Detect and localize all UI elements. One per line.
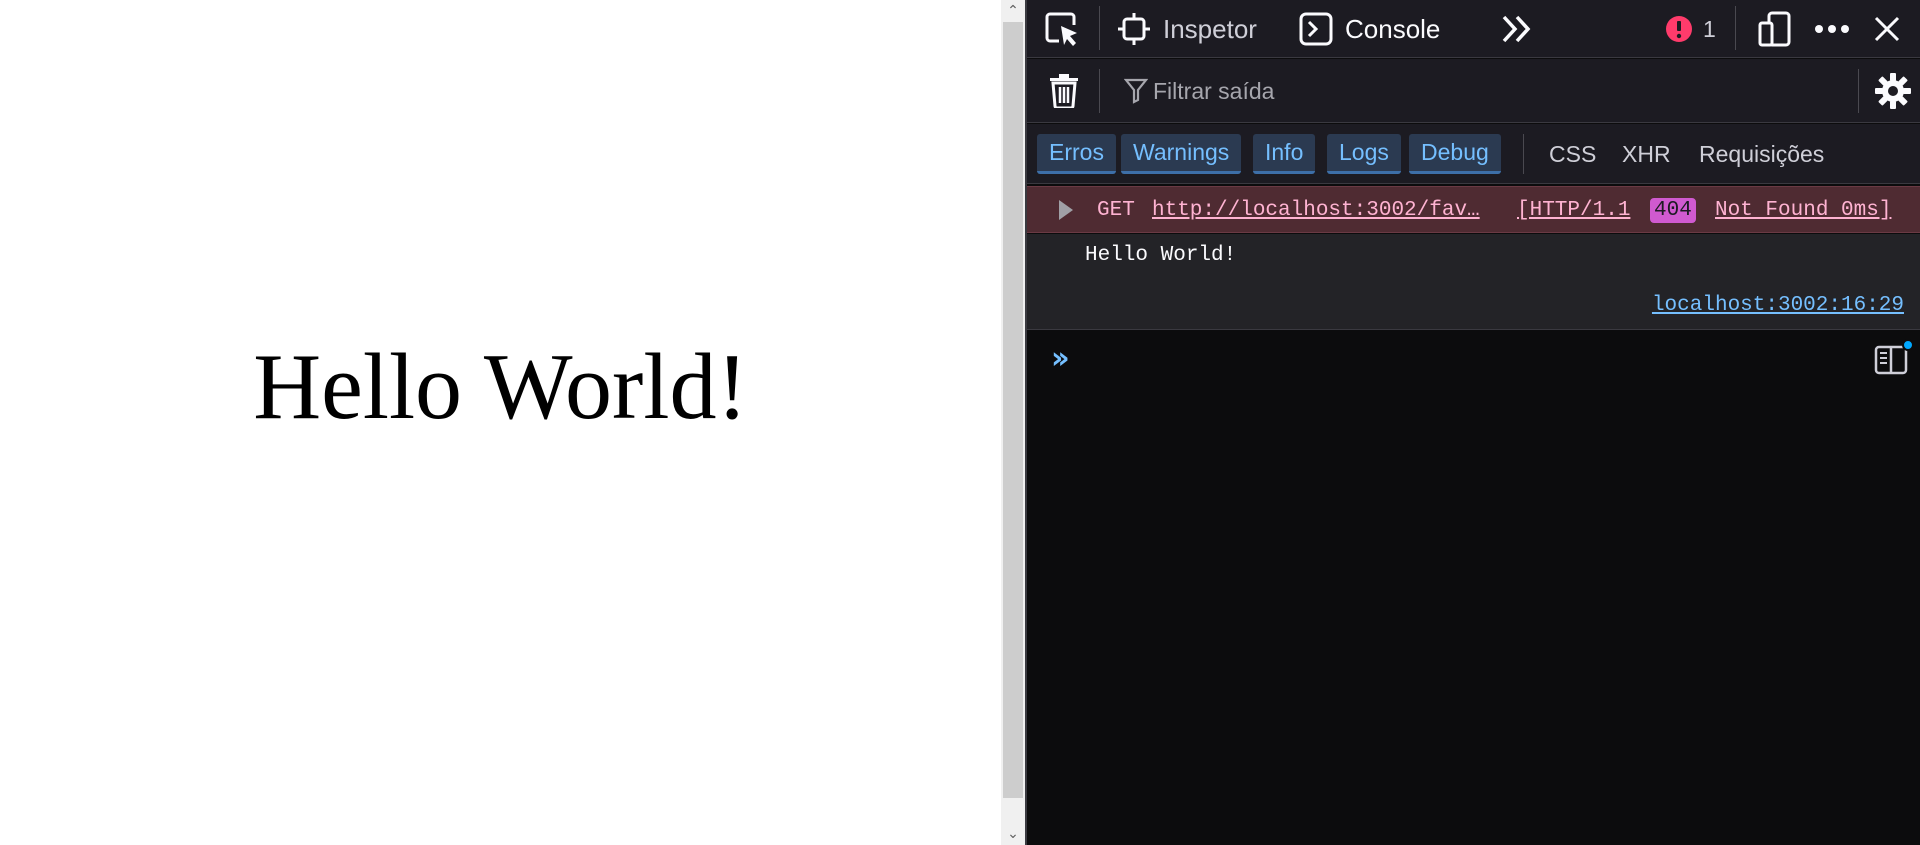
log-level-filters: Erros Warnings Info Logs Debug CSS XHR R…: [1027, 124, 1920, 184]
console-icon: [1299, 12, 1333, 46]
toolbar-separator: [1735, 6, 1736, 50]
error-count-button[interactable]: 1: [1665, 0, 1716, 58]
close-devtools-button[interactable]: [1873, 0, 1901, 58]
filter-errors-button[interactable]: Erros: [1037, 134, 1116, 174]
error-icon: [1666, 16, 1692, 42]
filter-warnings-button[interactable]: Warnings: [1121, 134, 1242, 174]
notification-dot: [1902, 339, 1914, 351]
filter-css-button[interactable]: CSS: [1549, 134, 1596, 174]
filter-separator: [1099, 69, 1100, 113]
prompt-chevron-icon: ››: [1051, 341, 1070, 376]
devtools-panel: Inspetor Console 1 Filtrar saída Erros W…: [1027, 0, 1920, 845]
more-tools-button[interactable]: [1501, 0, 1533, 58]
element-picker-icon: [1045, 12, 1077, 46]
request-method: GET: [1097, 199, 1135, 222]
console-log-message: Hello World! localhost:3002:16:29: [1027, 234, 1920, 330]
scroll-down-arrow-icon[interactable]: ⌄: [1001, 823, 1025, 845]
double-chevron-right-icon: [1502, 15, 1531, 43]
scroll-thumb[interactable]: [1003, 22, 1023, 798]
tab-console-label: Console: [1345, 13, 1441, 44]
close-icon: [1874, 16, 1900, 42]
tab-inspector-label: Inspetor: [1163, 13, 1257, 44]
log-source-link[interactable]: localhost:3002:16:29: [1652, 294, 1904, 317]
filter-xhr-button[interactable]: XHR: [1622, 134, 1671, 174]
page-heading: Hello World!: [253, 335, 748, 439]
filter-logs-button[interactable]: Logs: [1327, 134, 1401, 174]
filter-output-input[interactable]: [1125, 59, 1885, 123]
console-error-message[interactable]: GET http://localhost:3002/fav… [HTTP/1.1…: [1027, 186, 1920, 233]
page-scrollbar[interactable]: ⌃ ⌄: [1001, 0, 1025, 845]
scroll-up-arrow-icon[interactable]: ⌃: [1001, 0, 1025, 22]
tab-console[interactable]: Console: [1299, 0, 1440, 58]
responsive-design-icon: [1758, 11, 1791, 47]
console-settings-button[interactable]: [1875, 59, 1911, 123]
page-viewport: Hello World!: [0, 0, 1001, 845]
tab-inspector[interactable]: Inspetor: [1117, 0, 1257, 58]
filter-debug-button[interactable]: Debug: [1409, 134, 1501, 174]
expand-arrow-icon[interactable]: [1059, 200, 1073, 220]
request-url-link[interactable]: http://localhost:3002/fav…: [1152, 187, 1480, 234]
clear-console-button[interactable]: [1049, 59, 1079, 123]
filter-requests-button[interactable]: Requisições: [1699, 134, 1824, 174]
log-text: Hello World!: [1085, 244, 1237, 267]
status-text: Not Found 0ms]: [1715, 199, 1892, 222]
levels-separator: [1523, 134, 1524, 174]
console-filter-bar: [1027, 59, 1920, 123]
inspector-icon: [1118, 13, 1150, 45]
request-protocol: [HTTP/1.1: [1517, 199, 1631, 222]
console-input-area[interactable]: ››: [1027, 331, 1920, 845]
element-picker-button[interactable]: [1043, 0, 1081, 58]
more-options-button[interactable]: [1814, 0, 1850, 58]
responsive-design-button[interactable]: [1757, 0, 1793, 58]
gear-icon: [1875, 73, 1911, 109]
toolbar-separator: [1099, 6, 1100, 50]
status-code-badge: 404: [1650, 198, 1696, 223]
error-count: 1: [1703, 15, 1716, 42]
trash-icon: [1050, 74, 1078, 108]
filter-info-button[interactable]: Info: [1253, 134, 1316, 174]
ellipsis-icon: [1815, 25, 1849, 33]
devtools-toolbar: Inspetor Console 1: [1027, 0, 1920, 58]
filter-separator: [1858, 69, 1859, 113]
